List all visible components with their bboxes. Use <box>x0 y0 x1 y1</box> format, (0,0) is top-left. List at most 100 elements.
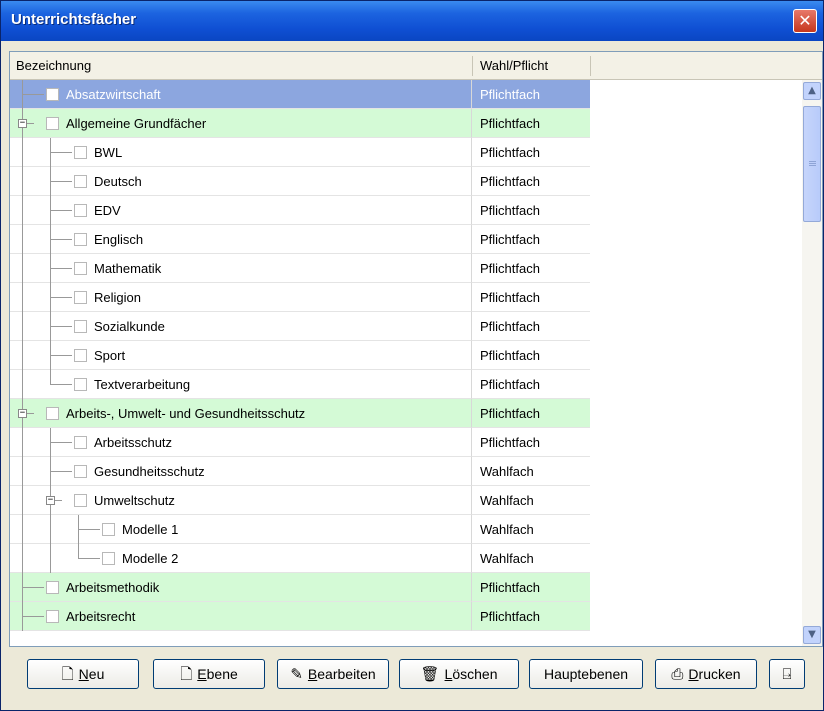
bezeichnung-cell[interactable]: Deutsch <box>10 167 472 196</box>
bezeichnung-cell[interactable]: Arbeitsmethodik <box>10 573 472 602</box>
bezeichnung-cell[interactable]: Gesundheitsschutz <box>10 457 472 486</box>
tree-row[interactable]: Textverarbeitung Pflichtfach <box>10 370 590 399</box>
row-checkbox[interactable] <box>74 436 87 449</box>
bezeichnung-cell[interactable]: Absatzwirtschaft <box>10 80 472 109</box>
tree-row[interactable]: Sport Pflichtfach <box>10 341 590 370</box>
button-bar: 🗋 Neu 🗋 Ebene ✎ Bearbeiten 🗑 Löschen Hauptebenen… <box>9 651 821 703</box>
tree-row[interactable]: Sozialkunde Pflichtfach <box>10 312 590 341</box>
column-separator <box>472 56 473 76</box>
bezeichnung-cell[interactable]: Arbeitsschutz <box>10 428 472 457</box>
bezeichnung-cell[interactable]: − Umweltschutz <box>10 486 472 515</box>
wahl-pflicht-cell[interactable]: Pflichtfach <box>472 225 590 254</box>
tree-line <box>22 370 23 399</box>
bezeichnung-cell[interactable]: − Allgemeine Grundfächer <box>10 109 472 138</box>
row-checkbox[interactable] <box>46 581 59 594</box>
row-checkbox[interactable] <box>74 262 87 275</box>
row-checkbox[interactable] <box>74 494 87 507</box>
print-button[interactable]: ⎙ Drucken <box>655 659 757 689</box>
tree-row[interactable]: Religion Pflichtfach <box>10 283 590 312</box>
bezeichnung-cell[interactable]: − Arbeits-, Umwelt- und Gesundheitsschutz <box>10 399 472 428</box>
wahl-pflicht-cell[interactable]: Wahlfach <box>472 457 590 486</box>
collapse-icon[interactable]: − <box>18 409 27 418</box>
tree-row[interactable]: − Arbeits-, Umwelt- und Gesundheitsschutz… <box>10 399 590 428</box>
bezeichnung-cell[interactable]: Religion <box>10 283 472 312</box>
wahl-pflicht-cell[interactable]: Pflichtfach <box>472 341 590 370</box>
tree-row[interactable]: Arbeitsrecht Pflichtfach <box>10 602 590 631</box>
tree-row[interactable]: Modelle 1 Wahlfach <box>10 515 590 544</box>
main-levels-button[interactable]: Hauptebenen <box>529 659 643 689</box>
row-checkbox[interactable] <box>74 320 87 333</box>
row-checkbox[interactable] <box>74 378 87 391</box>
row-checkbox[interactable] <box>102 523 115 536</box>
wahl-pflicht-cell[interactable]: Pflichtfach <box>472 254 590 283</box>
new-button[interactable]: 🗋 Neu <box>27 659 139 689</box>
bezeichnung-cell[interactable]: Arbeitsrecht <box>10 602 472 631</box>
wahl-pflicht-cell[interactable]: Pflichtfach <box>472 370 590 399</box>
wahl-pflicht-cell[interactable]: Wahlfach <box>472 515 590 544</box>
row-checkbox[interactable] <box>74 175 87 188</box>
scroll-up-button[interactable]: ▲ <box>803 82 821 100</box>
wahl-pflicht-cell[interactable]: Wahlfach <box>472 486 590 515</box>
row-checkbox[interactable] <box>46 88 59 101</box>
row-checkbox[interactable] <box>74 291 87 304</box>
row-checkbox[interactable] <box>74 349 87 362</box>
bezeichnung-cell[interactable]: Modelle 2 <box>10 544 472 573</box>
delete-button[interactable]: 🗑 Löschen <box>399 659 519 689</box>
collapse-icon[interactable]: − <box>18 119 27 128</box>
scroll-thumb[interactable] <box>803 106 821 222</box>
row-checkbox[interactable] <box>74 204 87 217</box>
level-button[interactable]: 🗋 Ebene <box>153 659 265 689</box>
row-checkbox[interactable] <box>46 117 59 130</box>
wahl-pflicht-cell[interactable]: Pflichtfach <box>472 196 590 225</box>
scroll-down-button[interactable]: ▼ <box>803 626 821 644</box>
vertical-scrollbar[interactable]: ▲ ▼ <box>802 80 822 646</box>
wahl-pflicht-cell[interactable]: Pflichtfach <box>472 138 590 167</box>
tree-row[interactable]: Absatzwirtschaft Pflichtfach <box>10 80 590 109</box>
tree-row[interactable]: Modelle 2 Wahlfach <box>10 544 590 573</box>
bezeichnung-cell[interactable]: Textverarbeitung <box>10 370 472 399</box>
wahl-pflicht-cell[interactable]: Pflichtfach <box>472 167 590 196</box>
row-checkbox[interactable] <box>74 465 87 478</box>
column-header-bezeichnung[interactable]: Bezeichnung <box>16 52 91 79</box>
edit-button[interactable]: ✎ Bearbeiten <box>277 659 389 689</box>
bezeichnung-cell[interactable]: Mathematik <box>10 254 472 283</box>
tree-line <box>50 297 72 298</box>
exit-button[interactable]: ⍈ <box>769 659 805 689</box>
tree-row[interactable]: Mathematik Pflichtfach <box>10 254 590 283</box>
wahl-pflicht-cell[interactable]: Pflichtfach <box>472 283 590 312</box>
row-checkbox[interactable] <box>46 610 59 623</box>
bezeichnung-cell[interactable]: Sozialkunde <box>10 312 472 341</box>
collapse-icon[interactable]: − <box>46 496 55 505</box>
wahl-pflicht-cell[interactable]: Pflichtfach <box>472 602 590 631</box>
tree-row[interactable]: EDV Pflichtfach <box>10 196 590 225</box>
row-checkbox[interactable] <box>46 407 59 420</box>
row-checkbox[interactable] <box>102 552 115 565</box>
bezeichnung-cell[interactable]: EDV <box>10 196 472 225</box>
tree-row[interactable]: Arbeitsschutz Pflichtfach <box>10 428 590 457</box>
wahl-pflicht-cell[interactable]: Pflichtfach <box>472 428 590 457</box>
tree-row[interactable]: − Umweltschutz Wahlfach <box>10 486 590 515</box>
column-header-wahl-pflicht[interactable]: Wahl/Pflicht <box>480 52 548 79</box>
title-bar[interactable]: Unterrichtsfächer ✕ <box>1 1 823 41</box>
bezeichnung-cell[interactable]: Sport <box>10 341 472 370</box>
close-button[interactable]: ✕ <box>793 9 817 33</box>
wahl-pflicht-cell[interactable]: Pflichtfach <box>472 399 590 428</box>
tree-row[interactable]: BWL Pflichtfach <box>10 138 590 167</box>
wahl-pflicht-cell[interactable]: Pflichtfach <box>472 109 590 138</box>
tree-row[interactable]: − Allgemeine Grundfächer Pflichtfach <box>10 109 590 138</box>
row-checkbox[interactable] <box>74 233 87 246</box>
bezeichnung-cell[interactable]: Modelle 1 <box>10 515 472 544</box>
tree-row[interactable]: Deutsch Pflichtfach <box>10 167 590 196</box>
row-checkbox[interactable] <box>74 146 87 159</box>
wahl-pflicht-cell[interactable]: Pflichtfach <box>472 312 590 341</box>
tree-row[interactable]: Gesundheitsschutz Wahlfach <box>10 457 590 486</box>
tree-row[interactable]: Englisch Pflichtfach <box>10 225 590 254</box>
wahl-pflicht-cell[interactable]: Pflichtfach <box>472 573 590 602</box>
subjects-tree-grid[interactable]: Bezeichnung Wahl/Pflicht Absatzwirtschaf… <box>9 51 823 647</box>
grid-header: Bezeichnung Wahl/Pflicht <box>10 52 822 80</box>
bezeichnung-cell[interactable]: BWL <box>10 138 472 167</box>
wahl-pflicht-cell[interactable]: Pflichtfach <box>472 80 590 109</box>
wahl-pflicht-cell[interactable]: Wahlfach <box>472 544 590 573</box>
bezeichnung-cell[interactable]: Englisch <box>10 225 472 254</box>
tree-row[interactable]: Arbeitsmethodik Pflichtfach <box>10 573 590 602</box>
